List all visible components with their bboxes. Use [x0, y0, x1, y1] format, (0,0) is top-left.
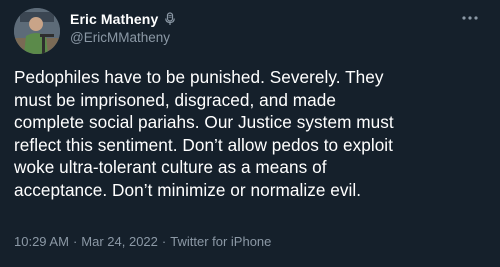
tweet-time[interactable]: 10:29 AM: [14, 234, 69, 249]
meta-separator: ·: [72, 234, 78, 249]
display-name[interactable]: Eric Matheny: [70, 11, 158, 27]
more-dots-icon: [462, 16, 478, 20]
avatar[interactable]: [14, 8, 60, 54]
avatar-image: [14, 8, 60, 54]
name-row: Eric Matheny: [70, 10, 176, 28]
tweet-card: Eric Matheny @EricMMatheny Pedophiles ha…: [0, 0, 500, 267]
tweet-date[interactable]: Mar 24, 2022: [81, 234, 158, 249]
meta-separator: ·: [161, 234, 167, 249]
microphone-icon: [164, 12, 176, 26]
tweet-text: Pedophiles have to be punished. Severely…: [14, 67, 394, 200]
user-handle[interactable]: @EricMMatheny: [70, 30, 170, 45]
more-options-button[interactable]: [458, 9, 482, 27]
tweet-source[interactable]: Twitter for iPhone: [170, 234, 271, 249]
tweet-meta: 10:29 AM · Mar 24, 2022 · Twitter for iP…: [14, 234, 271, 249]
top-divider: [0, 0, 500, 6]
